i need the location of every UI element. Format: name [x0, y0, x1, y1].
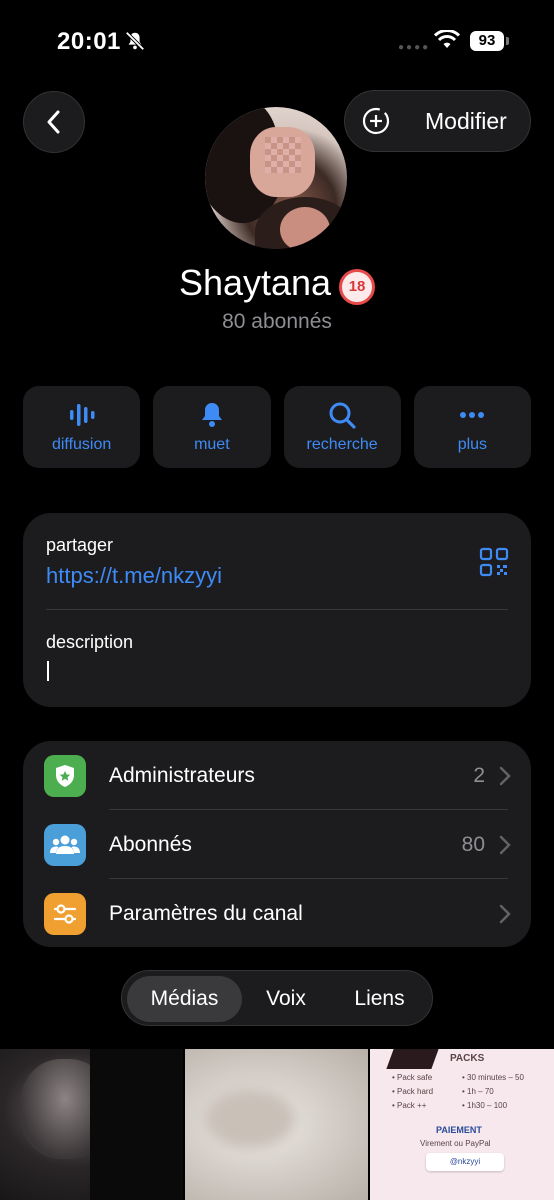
add-circle-icon	[362, 107, 390, 135]
status-bar: 20:01 ●●●● 93	[0, 0, 554, 80]
share-link[interactable]: https://t.me/nkzyyi	[46, 563, 222, 589]
pack-detail: • 1h30 – 100	[462, 1101, 508, 1110]
pack-name: • Pack hard	[392, 1087, 434, 1096]
media-tabs: Médias Voix Liens	[121, 970, 433, 1026]
tab-media[interactable]: Médias	[127, 976, 242, 1022]
age-restricted-icon: 18	[339, 269, 376, 305]
channel-settings-row[interactable]: Paramètres du canal	[23, 879, 531, 948]
administrators-row[interactable]: Administrateurs 2	[23, 741, 531, 810]
description-field[interactable]	[47, 661, 49, 681]
more-icon	[460, 412, 485, 418]
chevron-right-icon	[499, 835, 511, 855]
channel-avatar[interactable]	[205, 107, 347, 249]
search-label: recherche	[306, 436, 378, 453]
more-button[interactable]: plus	[413, 386, 531, 468]
channel-settings-label: Paramètres du canal	[109, 902, 303, 925]
pack-name: • Pack safe	[392, 1073, 433, 1082]
settings-card: Administrateurs 2 Abonnés 80 Paramètres …	[23, 741, 531, 947]
subscribers-row[interactable]: Abonnés 80	[23, 810, 531, 879]
broadcast-button[interactable]: diffusion	[23, 386, 141, 468]
clock: 20:01	[57, 28, 121, 55]
back-button[interactable]	[23, 91, 85, 153]
bell-muted-icon	[125, 31, 145, 51]
action-bar: diffusion muet recherche plus	[23, 386, 531, 468]
mute-label: muet	[194, 436, 230, 453]
payment-title: PAIEMENT	[436, 1125, 482, 1135]
channel-name-text: Shaytana	[178, 262, 332, 303]
share-label: partager	[46, 535, 114, 555]
edit-button[interactable]: Modifier	[344, 90, 531, 152]
search-button[interactable]: recherche	[283, 386, 401, 468]
sliders-icon	[44, 893, 86, 935]
packs-title: PACKS	[450, 1053, 485, 1064]
wifi-icon	[434, 30, 460, 48]
chevron-left-icon	[47, 110, 60, 134]
description-label: description	[46, 632, 134, 652]
mute-button[interactable]: muet	[153, 386, 271, 468]
pack-name: • Pack ++	[392, 1101, 427, 1110]
payment-subtitle: Virement ou PayPal	[420, 1139, 491, 1148]
more-label: plus	[457, 436, 488, 453]
admin-badge-icon	[44, 755, 86, 797]
waveform-icon	[69, 404, 95, 426]
subscribers-label: Abonnés	[109, 833, 192, 856]
tab-voice[interactable]: Voix	[246, 976, 326, 1022]
bell-icon	[201, 403, 222, 427]
edit-label: Modifier	[425, 107, 507, 134]
payment-handle: @nkzyyi	[426, 1153, 504, 1171]
media-thumbnail[interactable]	[0, 1049, 183, 1200]
qr-code-icon[interactable]	[479, 547, 509, 577]
broadcast-label: diffusion	[51, 436, 112, 453]
battery-tip	[506, 37, 509, 45]
battery-icon: 93	[470, 31, 504, 51]
info-card: partager https://t.me/nkzyyi description	[23, 513, 531, 707]
administrators-label: Administrateurs	[109, 764, 255, 787]
administrators-count: 2	[473, 764, 485, 787]
divider	[46, 609, 508, 610]
people-icon	[44, 824, 86, 866]
pack-detail: • 1h – 70	[462, 1087, 494, 1096]
subscriber-count: 80 abonnés	[222, 310, 332, 333]
chevron-right-icon	[499, 766, 511, 786]
search-icon	[329, 402, 356, 429]
pack-detail: • 30 minutes – 50	[462, 1073, 524, 1082]
media-thumbnail[interactable]	[185, 1049, 368, 1200]
media-thumbnail[interactable]: PACKS • Pack safe • 30 minutes – 50 • Pa…	[370, 1049, 554, 1200]
tab-links[interactable]: Liens	[332, 976, 427, 1022]
subscribers-count: 80	[461, 833, 485, 856]
signal-icon: ●●●●	[398, 42, 431, 53]
channel-title: Shaytana 18	[0, 262, 554, 305]
chevron-right-icon	[499, 904, 511, 924]
